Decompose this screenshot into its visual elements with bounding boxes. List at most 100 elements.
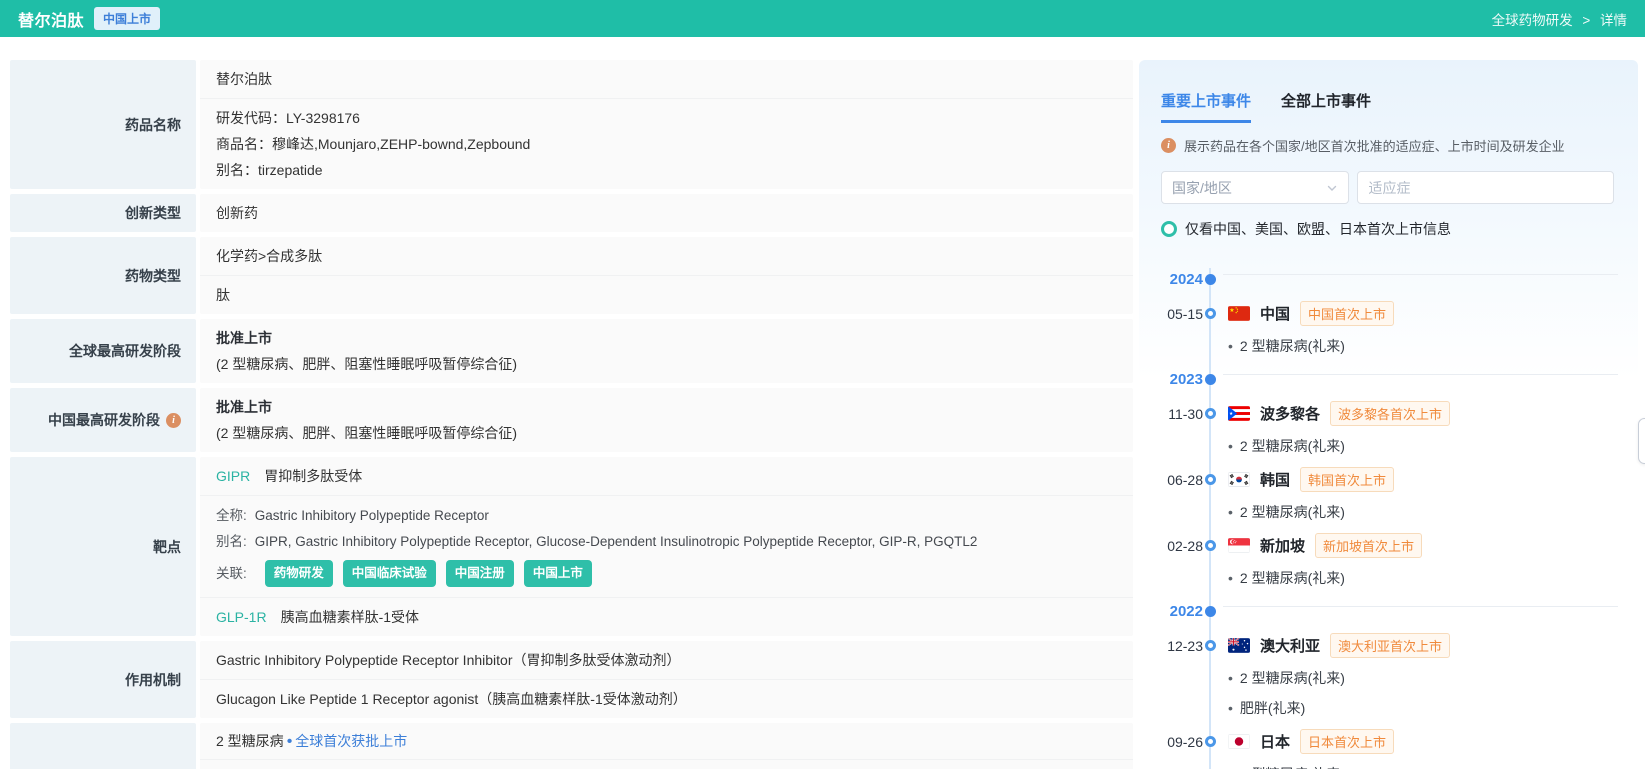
value-section: 替尔泊肽 [200,60,1133,98]
row-value: 批准上市 (2 型糖尿病、肥胖、阻塞性睡眠呼吸暂停综合征) [200,319,1133,383]
value-line: 批准上市 [216,398,272,415]
event-dot-icon [1205,308,1216,319]
value-section: 化学药>合成多肽 [200,237,1133,275]
event-indication-line: •2 型糖尿病(礼来) [1228,668,1614,688]
info-icon: i [1161,138,1176,153]
table-row: 创新类型 创新药 [10,194,1133,232]
only-major-filter: 仅看中国、美国、欧盟、日本首次上市信息 [1161,219,1614,239]
indication-bullet: • [286,733,293,750]
target-symbol-link[interactable]: GLP-1R [216,609,267,625]
event-indication-line: •2 型糖尿病(礼来) [1228,502,1614,522]
info-icon[interactable]: i [166,412,181,428]
year-group: 2023 11-30 波多黎各 波多黎各首次上市 • 2 型糖尿病(礼来) 06-28 韩国韩… [1161,356,1618,588]
value-line: (2 型糖尿病、肥胖、阻塞性睡眠呼吸暂停综合征) [216,424,517,441]
target-name: 胰高血糖素样肽-1受体 [280,609,420,625]
value-line: 化学药>合成多肽 [216,247,323,264]
breadcrumb-link-global-rnd[interactable]: 全球药物研发 [1492,13,1573,28]
event-header: 02-28 新加坡 新加坡首次上市 [1161,533,1614,558]
row-label-text: 创新类型 [125,205,181,221]
value-line: 替尔泊肽 [216,70,272,87]
flag-pr-icon [1228,406,1250,421]
event-dot-icon [1205,474,1216,485]
relation-tag-button[interactable]: 中国注册 [445,560,514,587]
fullname-value: Gastric Inhibitory Polypeptide Receptor [254,507,489,523]
first-listing-badge: 新加坡首次上市 [1315,533,1423,558]
value-line: 研发代码：LY-3298176 [216,109,360,126]
indication-row: 2 型糖尿病 • 全球首次获批上市 [200,723,1133,759]
bullet-icon: • [1228,438,1233,454]
relation-tag-button[interactable]: 中国临床试验 [342,560,436,587]
row-label: 药品名称 [10,60,196,189]
year-label: 2024 [1169,270,1203,288]
indication-row: 肥胖•批准上市 [200,759,1133,769]
event-dot-icon [1205,736,1216,747]
target-symbol-link[interactable]: GIPR [216,468,250,484]
event-country: 中国 [1260,306,1291,323]
value-section: 肽 [200,275,1133,314]
first-listing-badge: 日本首次上市 [1300,729,1395,754]
alias-label: 别名: [216,533,247,549]
event-date: 11-30 [1168,405,1203,422]
row-value: GIPR 胃抑制多肽受体全称: Gastric Inhibitory Polypep… [200,457,1133,636]
main-content: 药品名称 替尔泊肽研发代码：LY-3298176 商品名：穆峰达,Mounjaro,… [0,37,1645,769]
country-region-select[interactable]: 国家/地区 [1161,171,1350,204]
event-indications: • 2 型糖尿病(礼来) [1228,336,1614,356]
event-indication-line: • 肥胖(礼来) [1228,698,1614,718]
event-header: 11-30 波多黎各 波多黎各首次上市 [1161,401,1614,426]
event-dot-icon [1205,640,1216,651]
event-indication-text: 2 型糖尿病(礼来) [1239,438,1345,454]
value-line: (2 型糖尿病、肥胖、阻塞性睡眠呼吸暂停综合征) [216,355,517,372]
event-indication-text: 2 型糖尿病(礼来) [1239,570,1345,586]
value-line: Glucagon Like Peptide 1 Receptor agonist… [216,690,687,707]
chevron-down-icon [1328,185,1337,191]
app-header: 替尔泊肽 中国上市 全球药物研发 > 详情 [0,0,1645,37]
tab-important-events[interactable]: 重要上市事件 [1161,90,1252,123]
indication-stage-link[interactable]: 全球首次获批上市 [295,733,407,749]
table-row: 中国最高研发阶段 i 批准上市 (2 型糖尿病、肥胖、阻塞性睡眠呼吸暂停综合征) [10,388,1133,452]
value-line: 创新药 [216,204,258,221]
target-alias-line: 别名: GIPR, Gastric Inhibitory Polypeptide … [216,528,1117,554]
event-indication-line: • 2 型糖尿病(礼来) [1228,436,1614,456]
event-indications: • 2 型糖尿病(礼来) [1228,568,1614,588]
listing-events-card: 重要上市事件 全部上市事件 i 展示药品在各个国家/地区首次批准的适应症、上市时间… [1139,60,1638,769]
year-header: 2022 [1161,600,1614,622]
row-value: 化学药>合成多肽肽 [200,237,1133,314]
table-row: 靶点 GIPR 胃抑制多肽受体 全称: Gastric Inhibitory Polyp… [10,457,1133,636]
event-dot-icon [1205,540,1216,551]
target-fullname-line: 全称: Gastric Inhibitory Polypeptide Recept… [216,502,1117,528]
target-header: GIPR 胃抑制多肽受体 [200,457,1133,495]
event-indication-line: • 2 型糖尿病(礼来) [1228,568,1614,588]
relation-tag-button[interactable]: 药物研发 [264,560,333,587]
relation-tag-button[interactable]: 中国上市 [523,560,592,587]
year-group: 2022 12-23 澳大利亚 澳大利亚首次上市 • 2 型糖尿病(礼来) • 肥胖(礼来) 0… [1161,588,1618,769]
event-indication-text: 肥胖(礼来) [1239,700,1306,716]
row-value: Gastric Inhibitory Polypeptide Receptor … [200,641,1133,718]
scrollbar-thumb[interactable] [1638,418,1645,464]
event-dot-icon [1205,408,1216,419]
flag-jp-icon [1228,734,1250,749]
only-major-radio[interactable] [1161,221,1177,237]
year-dot-icon [1205,605,1216,617]
value-line: 肽 [216,286,230,303]
year-label: 2022 [1169,602,1203,620]
value-section: 创新药 [200,194,1133,232]
drug-info-card: 药品名称 替尔泊肽研发代码：LY-3298176 商品名：穆峰达,Mounjaro,… [10,60,1133,769]
country-region-select-placeholder: 国家/地区 [1172,179,1232,196]
indication-name: 2 型糖尿病 [216,733,284,749]
event-indications: • 2 型糖尿病(礼来) [1228,436,1614,456]
value-line: 商品名：穆峰达,Mounjaro,ZEHP-bownd,Zepbound [216,135,531,152]
event-country: 新加坡 [1260,538,1306,555]
value-section: Glucagon Like Peptide 1 Receptor agonist… [200,679,1133,718]
bullet-icon: • [1228,700,1233,716]
indication-input[interactable] [1357,171,1614,204]
bullet-icon: • [1228,504,1233,520]
event-date: 06-28 [1167,471,1203,488]
target-header: GLP-1R 胰高血糖素样肽-1受体 [200,597,1133,636]
breadcrumb-separator: > [1582,12,1591,28]
event-indication-text: 2 型糖尿病(礼来) [1239,670,1345,686]
bullet-icon: • [1228,570,1233,586]
tab-all-events[interactable]: 全部上市事件 [1281,90,1371,123]
event-indication-line: •2 型糖尿病(礼来) [1228,764,1614,769]
relation-label: 关联: [216,566,247,581]
value-section: 批准上市 (2 型糖尿病、肥胖、阻塞性睡眠呼吸暂停综合征) [200,388,1133,452]
